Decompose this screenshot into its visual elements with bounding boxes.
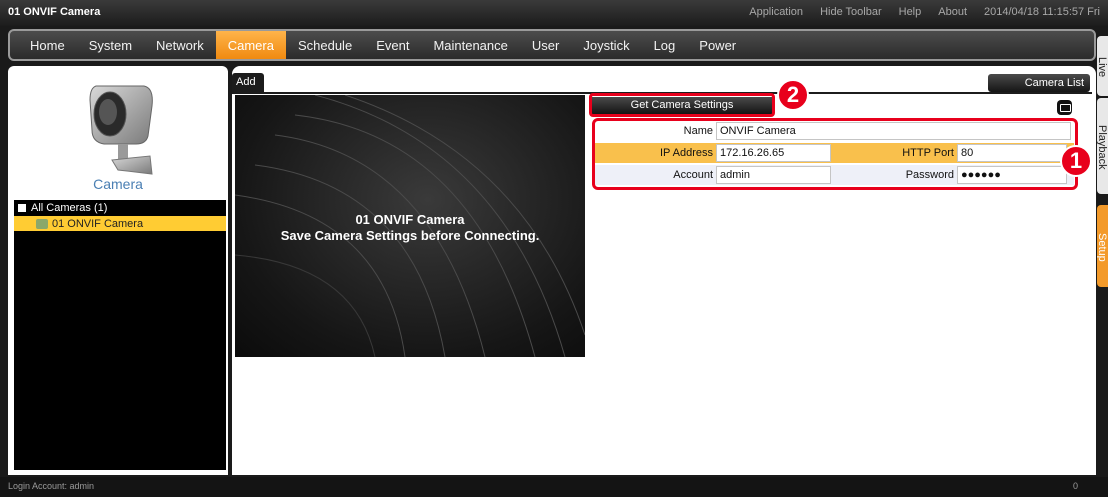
camera-node-icon [36, 218, 48, 229]
status-count: 0 [1072, 481, 1078, 491]
menu-event[interactable]: Event [364, 31, 421, 59]
camera-list-button[interactable]: Camera List [988, 74, 1090, 92]
menu-user[interactable]: User [520, 31, 571, 59]
menu-power[interactable]: Power [687, 31, 748, 59]
camera-icon [89, 85, 153, 175]
main-menu: Home System Network Camera Schedule Even… [8, 29, 1096, 61]
window-title: 01 ONVIF Camera [8, 6, 101, 18]
menu-network[interactable]: Network [144, 31, 216, 59]
tree-item-label: 01 ONVIF Camera [52, 217, 144, 230]
menu-home[interactable]: Home [18, 31, 77, 59]
camera-panel: Camera All Cameras (1) 01 ONVIF Camera [8, 66, 228, 475]
camera-preview: 01 ONVIF Camera Save Camera Settings bef… [235, 95, 585, 357]
side-tab-live[interactable]: Live [1097, 36, 1108, 96]
preview-title: 01 ONVIF Camera [355, 212, 465, 227]
menu-schedule[interactable]: Schedule [286, 31, 364, 59]
camera-section-label: Camera [93, 176, 143, 192]
minimize-icon[interactable] [1057, 100, 1072, 115]
collapse-icon[interactable] [18, 204, 26, 212]
annotation-badge-2: 2 [777, 79, 809, 111]
annotation-badge-1: 1 [1060, 145, 1092, 177]
datetime-display: 2014/04/18 11:15:57 Fri [984, 6, 1100, 18]
camera-tree: All Cameras (1) 01 ONVIF Camera [14, 200, 226, 470]
tree-root-label: All Cameras (1) [31, 202, 108, 214]
tree-item-camera[interactable]: 01 ONVIF Camera [14, 216, 226, 231]
menu-joystick[interactable]: Joystick [571, 31, 641, 59]
annotation-box-2 [589, 93, 775, 117]
menu-maintenance[interactable]: Maintenance [421, 31, 519, 59]
menu-log[interactable]: Log [642, 31, 688, 59]
side-tab-playback[interactable]: Playback [1097, 98, 1108, 194]
preview-message: Save Camera Settings before Connecting. [280, 228, 540, 243]
menu-system[interactable]: System [77, 31, 144, 59]
title-bar: 01 ONVIF Camera Application Hide Toolbar… [0, 0, 1108, 26]
tree-root-all-cameras[interactable]: All Cameras (1) [14, 200, 226, 216]
side-tab-setup[interactable]: Setup [1097, 205, 1108, 287]
application-link[interactable]: Application [749, 6, 803, 18]
status-bar: Login Account: admin 0 [0, 477, 1108, 497]
hide-toolbar-link[interactable]: Hide Toolbar [820, 6, 882, 18]
tab-add[interactable]: Add [232, 73, 264, 93]
toolbar-links: Application Hide Toolbar Help About 2014… [749, 6, 1100, 18]
about-link[interactable]: About [938, 6, 967, 18]
menu-camera[interactable]: Camera [215, 31, 286, 59]
help-link[interactable]: Help [899, 6, 922, 18]
annotation-box-1 [592, 118, 1078, 190]
login-account: Login Account: admin [8, 481, 95, 491]
